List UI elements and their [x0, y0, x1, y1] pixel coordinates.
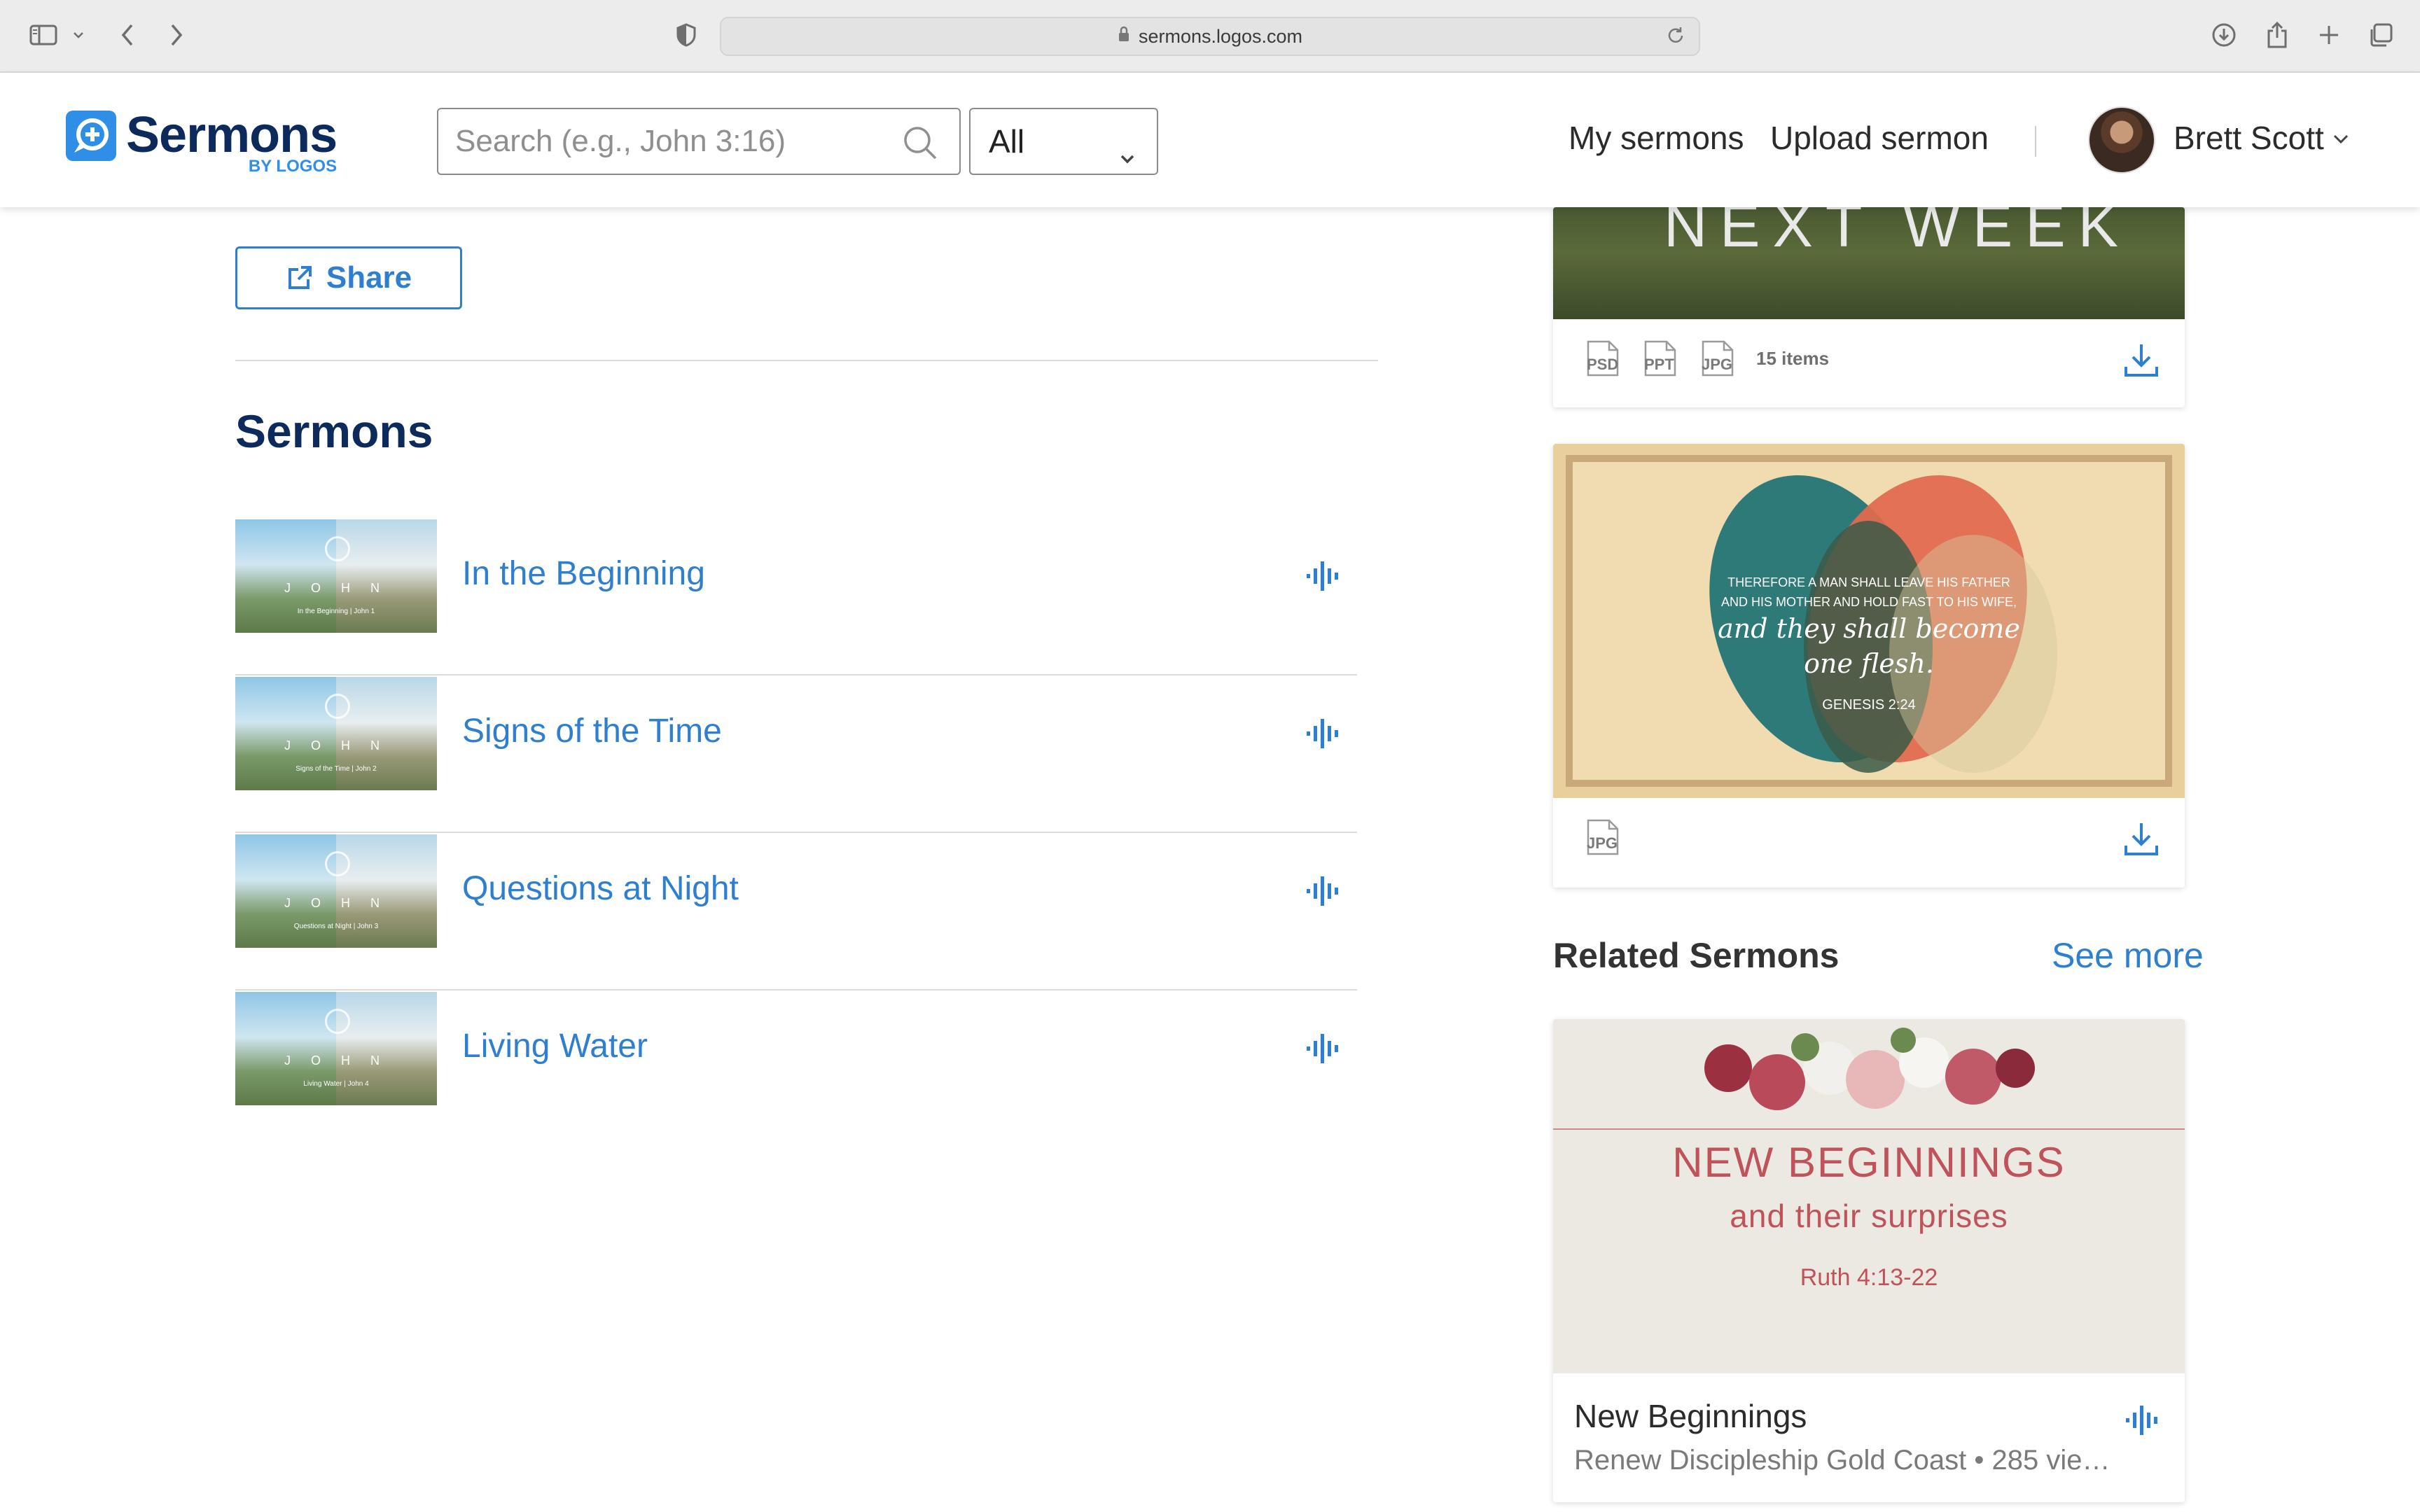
related-sermon-meta: Renew Discipleship Gold Coast • 285 vie…	[1574, 1445, 2110, 1476]
jpg-file-icon: JPG	[1583, 818, 1622, 857]
user-menu-name[interactable]: Brett Scott	[2174, 119, 2324, 157]
chevron-down-icon[interactable]	[70, 18, 87, 52]
search-icon[interactable]	[902, 125, 938, 164]
thumbnail-series-text: J O H N	[284, 1054, 388, 1068]
thumbnail-series-text: J O H N	[284, 581, 388, 595]
audio-waveform-icon[interactable]	[1304, 559, 1339, 597]
media-image-text: NEXT WEEK	[1664, 207, 2131, 260]
sidebar-toggle-icon[interactable]	[28, 18, 59, 52]
site-header: Sermons BY LOGOS All My sermons Upload s…	[0, 73, 2420, 207]
thumbnail-series-text: J O H N	[284, 738, 388, 752]
thumbnail-caption: Living Water | John 4	[303, 1080, 369, 1088]
sermon-list: J O H N In the Beginning | John 1 In the…	[235, 518, 1357, 1148]
share-button[interactable]: Share	[235, 246, 462, 309]
browser-toolbar: sermons.logos.com	[0, 0, 2420, 73]
flowers-graphic	[1704, 1028, 2035, 1110]
search-box	[437, 108, 961, 175]
list-item[interactable]: J O H N In the Beginning | John 1 In the…	[235, 518, 1357, 676]
ppt-file-icon: PPT	[1640, 339, 1679, 378]
items-count: 15 items	[1756, 347, 1830, 369]
download-icon[interactable]	[2123, 342, 2160, 382]
sermon-title-link[interactable]: Questions at Night	[462, 869, 739, 908]
sermon-thumbnail[interactable]: J O H N Signs of the Time | John 2	[235, 677, 437, 790]
file-type-label: PPT	[1644, 356, 1674, 373]
verse-text: THEREFORE A MAN SHALL LEAVE HIS FATHER	[1727, 575, 2010, 589]
privacy-shield-icon[interactable]	[674, 18, 699, 52]
tab-overview-icon[interactable]	[2367, 18, 2395, 52]
file-type-label: JPG	[1702, 356, 1733, 373]
related-image-subtitle: and their surprises	[1730, 1198, 2008, 1234]
logo-subtitle: BY LOGOS	[248, 157, 338, 176]
thumbnail-caption: In the Beginning | John 1	[297, 608, 375, 615]
thumbnail-caption: Signs of the Time | John 2	[295, 765, 377, 773]
media-image[interactable]: NEXT WEEK	[1553, 207, 2185, 319]
logo-mark-icon	[66, 111, 116, 161]
sermon-title-link[interactable]: Living Water	[462, 1027, 648, 1065]
reload-icon[interactable]	[1665, 25, 1686, 51]
file-type-label: PSD	[1587, 356, 1619, 373]
sermon-title-link[interactable]: Signs of the Time	[462, 712, 722, 750]
verse-text: and they shall become	[1718, 613, 2020, 644]
audio-waveform-icon[interactable]	[2123, 1403, 2158, 1441]
file-type-list: PSD PPT JPG 15 items	[1583, 339, 1829, 378]
verse-text: one flesh.	[1804, 648, 1934, 679]
search-scope-select[interactable]: All	[969, 108, 1158, 175]
media-image[interactable]: THEREFORE A MAN SHALL LEAVE HIS FATHER A…	[1553, 444, 2185, 798]
related-sermon-card[interactable]: NEW BEGINNINGS and their surprises Ruth …	[1553, 1019, 2185, 1502]
file-type-list: JPG	[1583, 818, 1640, 857]
url-text: sermons.logos.com	[1138, 25, 1303, 47]
chevron-down-icon[interactable]	[2332, 133, 2350, 149]
search-scope-value: All	[989, 123, 1025, 160]
related-image-title: NEW BEGINNINGS	[1672, 1139, 2066, 1186]
related-sermons-title: Related Sermons	[1553, 936, 1840, 975]
external-link-icon	[288, 266, 312, 289]
audio-waveform-icon[interactable]	[1304, 874, 1339, 912]
audio-waveform-icon[interactable]	[1304, 1031, 1339, 1070]
sermon-title-link[interactable]: In the Beginning	[462, 554, 705, 593]
list-item[interactable]: J O H N Living Water | John 4 Living Wat…	[235, 990, 1357, 1148]
my-sermons-link[interactable]: My sermons	[1569, 119, 1744, 157]
divider	[235, 360, 1378, 361]
upload-sermon-link[interactable]: Upload sermon	[1770, 119, 1989, 157]
chevron-down-icon	[1119, 134, 1136, 172]
forward-icon[interactable]	[165, 18, 188, 52]
sermons-section-title: Sermons	[235, 405, 433, 457]
logo-wordmark: Sermons	[126, 107, 338, 163]
avatar[interactable]	[2088, 106, 2155, 174]
share-sheet-icon[interactable]	[2263, 18, 2291, 52]
media-card[interactable]: NEXT WEEK PSD PPT JPG 15 items	[1553, 207, 2185, 407]
thumbnail-series-text: J O H N	[284, 896, 388, 910]
audio-waveform-icon[interactable]	[1304, 716, 1339, 755]
sermon-thumbnail[interactable]: J O H N Questions at Night | John 3	[235, 834, 437, 948]
verse-reference: GENESIS 2:24	[1822, 697, 1916, 713]
sermon-thumbnail[interactable]: J O H N In the Beginning | John 1	[235, 519, 437, 633]
address-bar[interactable]: sermons.logos.com	[720, 17, 1700, 56]
psd-file-icon: PSD	[1583, 339, 1622, 378]
search-input[interactable]	[455, 124, 889, 159]
file-type-label: JPG	[1587, 834, 1618, 852]
lock-icon	[1118, 26, 1130, 48]
sermons-logo[interactable]: Sermons BY LOGOS	[66, 107, 338, 176]
verse-text: AND HIS MOTHER AND HOLD FAST TO HIS WIFE…	[1720, 595, 2017, 609]
download-icon[interactable]	[2123, 820, 2160, 860]
list-item[interactable]: J O H N Signs of the Time | John 2 Signs…	[235, 676, 1357, 833]
downloads-icon[interactable]	[2210, 18, 2238, 52]
related-sermon-title[interactable]: New Beginnings	[1574, 1397, 1807, 1435]
see-more-link[interactable]: See more	[2052, 935, 2204, 976]
list-item[interactable]: J O H N Questions at Night | John 3 Ques…	[235, 833, 1357, 990]
back-icon[interactable]	[116, 18, 139, 52]
related-sermon-image[interactable]: NEW BEGINNINGS and their surprises Ruth …	[1553, 1019, 2185, 1373]
sermon-thumbnail[interactable]: J O H N Living Water | John 4	[235, 992, 437, 1105]
media-card[interactable]: THEREFORE A MAN SHALL LEAVE HIS FATHER A…	[1553, 444, 2185, 888]
new-tab-icon[interactable]	[2315, 18, 2343, 52]
thumbnail-caption: Questions at Night | John 3	[293, 923, 379, 930]
jpg-file-icon: JPG	[1697, 339, 1737, 378]
share-label: Share	[326, 260, 412, 295]
related-image-reference: Ruth 4:13-22	[1800, 1264, 1938, 1291]
nav-divider	[2035, 126, 2036, 157]
